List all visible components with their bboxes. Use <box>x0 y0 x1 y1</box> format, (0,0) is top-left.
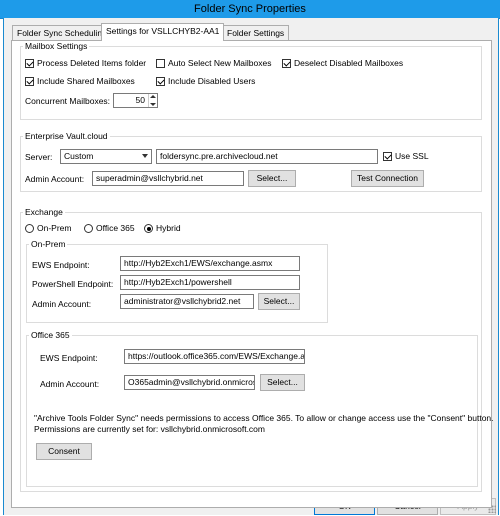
consent-note-line1: "Archive Tools Folder Sync" needs permis… <box>34 413 494 423</box>
onprem-ews-label: EWS Endpoint: <box>32 260 90 270</box>
onprem-select-button[interactable]: Select... <box>258 293 300 310</box>
deselect-disabled-checkbox[interactable] <box>282 59 291 68</box>
o365-ews-label: EWS Endpoint: <box>40 353 98 363</box>
tab-settings[interactable]: Settings for VSLLCHYB2-AA1 <box>101 23 225 41</box>
mailbox-settings-label: Mailbox Settings <box>23 41 90 51</box>
window-title: Folder Sync Properties <box>194 3 306 15</box>
auto-select-new-checkbox[interactable] <box>156 59 165 68</box>
server-address-input[interactable]: foldersync.pre.archivecloud.net <box>156 149 378 164</box>
onprem-admin-account-label: Admin Account: <box>32 299 92 309</box>
on-prem-group-label: On-Prem <box>29 239 68 249</box>
o365-select-button[interactable]: Select... <box>260 374 305 391</box>
hybrid-radio[interactable] <box>144 224 153 233</box>
include-shared-label: Include Shared Mailboxes <box>37 76 135 86</box>
include-disabled-users-label: Include Disabled Users <box>168 76 256 86</box>
ev-select-button[interactable]: Select... <box>248 170 296 187</box>
concurrent-mailboxes-spinner[interactable] <box>148 94 157 107</box>
auto-select-new-label: Auto Select New Mailboxes <box>168 58 272 68</box>
include-shared-checkbox[interactable] <box>25 77 34 86</box>
onprem-admin-account-input[interactable]: administrator@vsllchybrid2.net <box>120 294 254 309</box>
ev-admin-account-input[interactable]: superadmin@vsllchybrid.net <box>92 171 244 186</box>
include-disabled-users-checkbox[interactable] <box>156 77 165 86</box>
server-type-select[interactable]: Custom <box>60 149 152 164</box>
properties-dialog: Folder Sync Scheduling Settings for VSLL… <box>3 18 499 515</box>
hybrid-radio-label: Hybrid <box>156 223 181 233</box>
office365-radio-label: Office 365 <box>96 223 135 233</box>
server-type-value: Custom <box>64 151 94 161</box>
spin-down-icon[interactable] <box>150 103 156 106</box>
o365-admin-account-input[interactable]: O365admin@vsllchybrid.onmicros <box>124 375 255 390</box>
server-label: Server: <box>25 152 53 162</box>
test-connection-button[interactable]: Test Connection <box>351 170 424 187</box>
o365-ews-input[interactable]: https://outlook.office365.com/EWS/Exchan… <box>124 349 305 364</box>
tab-folder-sync-scheduling[interactable]: Folder Sync Scheduling <box>12 25 112 41</box>
use-ssl-label: Use SSL <box>395 151 429 161</box>
exchange-label: Exchange <box>23 207 65 217</box>
consent-note-line2: Permissions are currently set for: vsllc… <box>34 424 265 434</box>
settings-tab-panel: Mailbox Settings Process Deleted Items f… <box>11 40 494 508</box>
title-bar: Folder Sync Properties <box>0 0 500 19</box>
ev-admin-account-label: Admin Account: <box>25 174 85 184</box>
powershell-endpoint-input[interactable]: http://Hyb2Exch1/powershell <box>120 275 300 290</box>
office365-group-label: Office 365 <box>29 330 72 340</box>
office365-radio[interactable] <box>84 224 93 233</box>
use-ssl-checkbox[interactable] <box>383 152 392 161</box>
concurrent-mailboxes-label: Concurrent Mailboxes: <box>25 96 111 106</box>
process-deleted-checkbox[interactable] <box>25 59 34 68</box>
onprem-ews-input[interactable]: http://Hyb2Exch1/EWS/exchange.asmx <box>120 256 300 271</box>
powershell-endpoint-label: PowerShell Endpoint: <box>32 279 114 289</box>
spin-up-icon[interactable] <box>150 95 156 98</box>
enterprise-vault-label: Enterprise Vault.cloud <box>23 131 110 141</box>
chevron-down-icon <box>142 154 148 158</box>
consent-button[interactable]: Consent <box>36 443 92 460</box>
on-prem-radio[interactable] <box>25 224 34 233</box>
o365-admin-account-label: Admin Account: <box>40 379 100 389</box>
deselect-disabled-label: Deselect Disabled Mailboxes <box>294 58 404 68</box>
process-deleted-label: Process Deleted Items folder <box>37 58 147 68</box>
on-prem-radio-label: On-Prem <box>37 223 72 233</box>
tab-folder-settings[interactable]: Folder Settings <box>222 25 290 41</box>
